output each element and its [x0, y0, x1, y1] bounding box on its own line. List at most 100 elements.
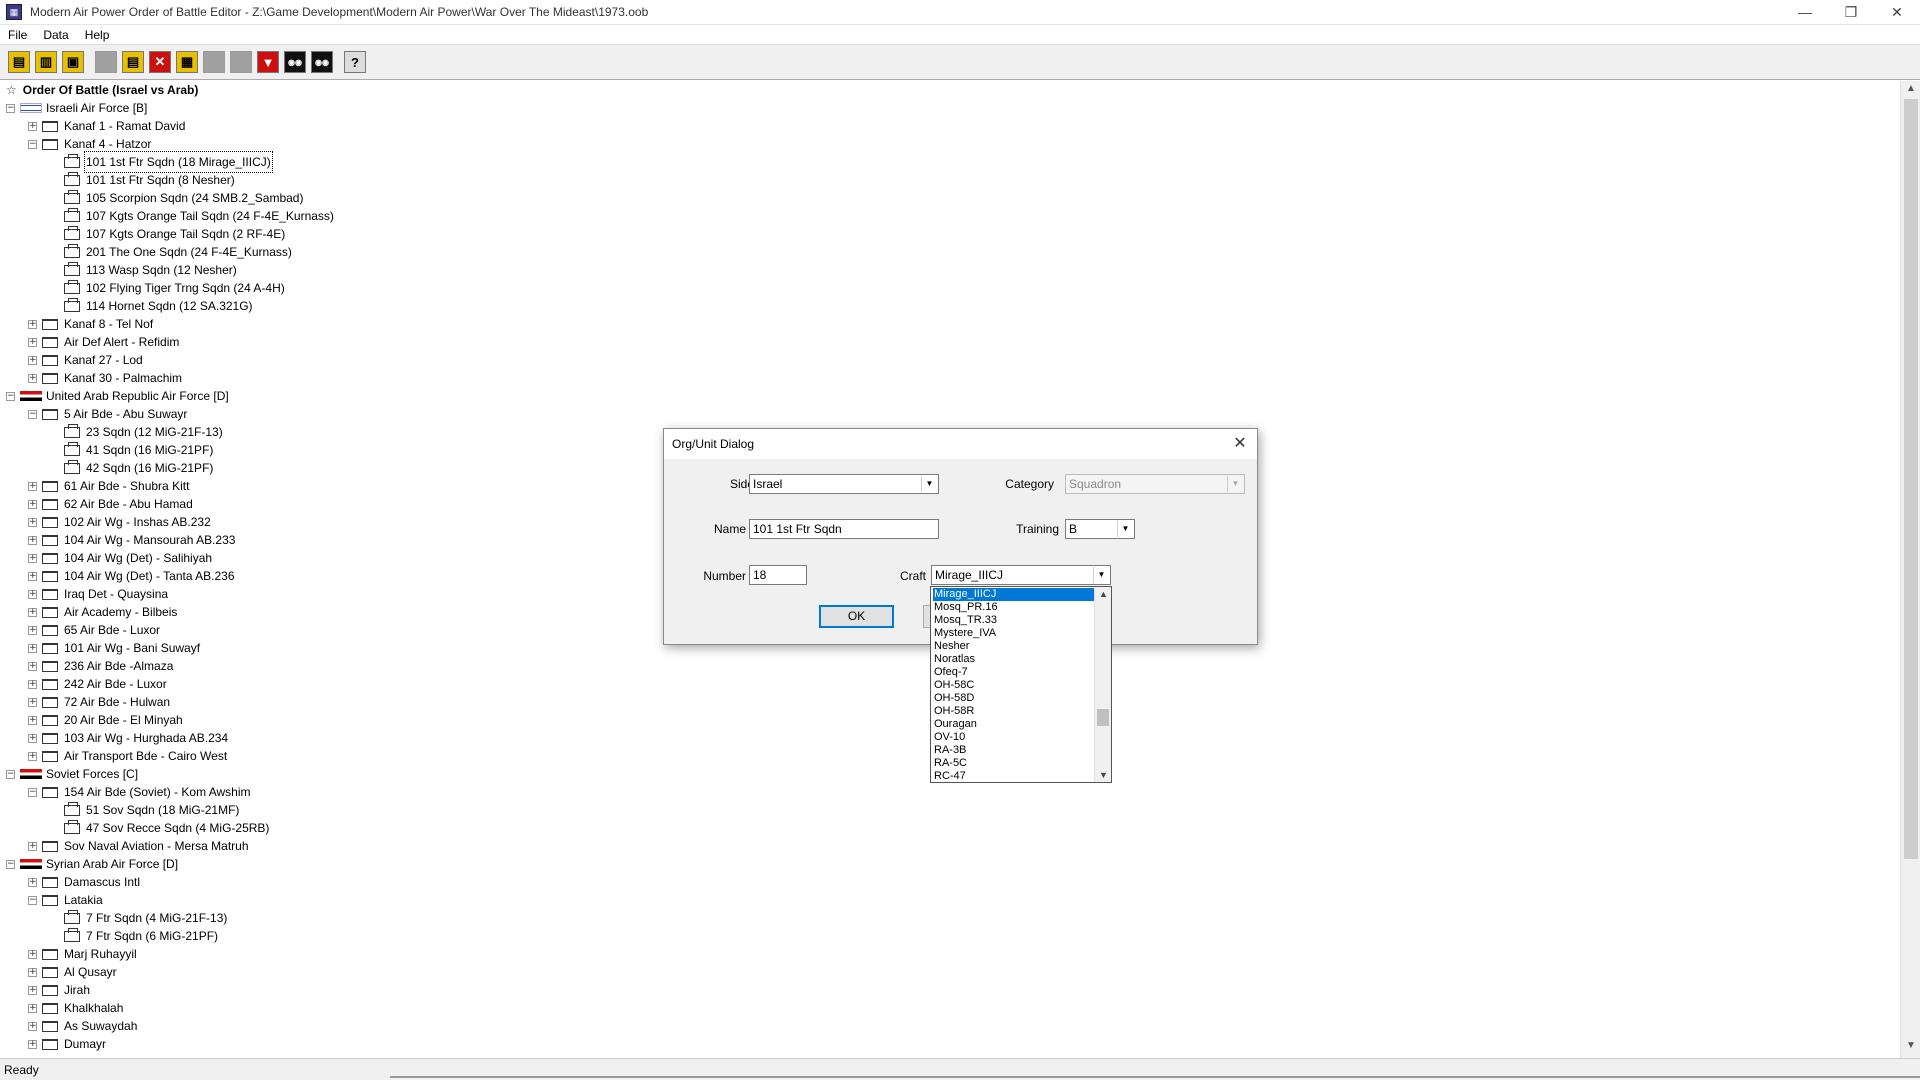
save-icon[interactable]: ▣ [62, 51, 84, 73]
ok-button[interactable]: OK [819, 605, 894, 628]
collapse-icon[interactable]: − [6, 769, 15, 779]
tree-base-node[interactable]: +65 Air Bde - Luxor [28, 621, 160, 639]
expand-icon[interactable]: + [28, 967, 37, 977]
tree-side-node[interactable]: − United Arab Republic Air Force [D] [6, 387, 229, 405]
collapse-icon[interactable]: − [6, 103, 15, 113]
expand-icon[interactable]: + [28, 319, 37, 329]
tree-base-node[interactable]: +104 Air Wg (Det) - Salihiyah [28, 549, 212, 567]
expand-icon[interactable]: + [28, 355, 37, 365]
collapse-icon[interactable]: − [28, 139, 37, 149]
collapse-icon[interactable]: − [28, 787, 37, 797]
tree-unit-node[interactable]: 113 Wasp Sqdn (12 Nesher) [50, 261, 237, 279]
tree-base-node[interactable]: +236 Air Bde -Almaza [28, 657, 173, 675]
craft-option[interactable]: Nesher [933, 640, 1094, 653]
tree-base-node[interactable]: + Air Academy - Bilbeis [28, 603, 177, 621]
side-select[interactable]: Israel ▼ [749, 474, 939, 494]
tree-base-node[interactable]: + Kanaf 1 - Ramat David [28, 117, 185, 135]
new-file-icon[interactable]: ▤ [8, 51, 30, 73]
tree-unit-node[interactable]: 105 Scorpion Sqdn (24 SMB.2_Sambad) [50, 189, 303, 207]
tree-base-node[interactable]: +72 Air Bde - Hulwan [28, 693, 170, 711]
tree-unit-node[interactable]: 107 Kgts Orange Tail Sqdn (24 F-4E_Kurna… [50, 207, 334, 225]
tree-base-node[interactable]: + Marj Ruhayyil [28, 945, 137, 963]
open-file-icon[interactable]: ▥ [35, 51, 57, 73]
tree-side-node[interactable]: − Soviet Forces [C] [6, 765, 138, 783]
tree-unit-node[interactable]: 114 Hornet Sqdn (12 SA.321G) [50, 297, 253, 315]
tree-unit-node[interactable]: 23 Sqdn (12 MiG-21F-13) [50, 423, 223, 441]
tree-base-node[interactable]: +102 Air Wg - Inshas AB.232 [28, 513, 211, 531]
expand-icon[interactable]: + [28, 607, 37, 617]
expand-icon[interactable]: + [28, 121, 37, 131]
tree-base-node[interactable]: − Latakia [28, 891, 103, 909]
blank-icon[interactable] [95, 51, 117, 73]
expand-icon[interactable]: + [28, 373, 37, 383]
tree-base-node[interactable]: − 5 Air Bde - Abu Suwayr [28, 405, 187, 423]
expand-icon[interactable]: + [28, 841, 37, 851]
tree-scrollbar[interactable]: ▲ ▼ [1900, 81, 1920, 1058]
name-field[interactable]: 101 1st Ftr Sqdn [749, 519, 939, 539]
scroll-thumb[interactable] [1904, 99, 1918, 859]
tree-base-node[interactable]: + Kanaf 27 - Lod [28, 351, 143, 369]
tree-side-node[interactable]: − Syrian Arab Air Force [D] [6, 855, 178, 873]
craft-option[interactable]: Ofeq-7 [933, 666, 1094, 679]
craft-option[interactable]: OH-58C [933, 679, 1094, 692]
collapse-icon[interactable]: − [6, 391, 15, 401]
tree-base-node[interactable]: + Sov Naval Aviation - Mersa Matruh [28, 837, 249, 855]
close-button[interactable]: ✕ [1874, 0, 1920, 24]
tree-base-node[interactable]: + Al Qusayr [28, 963, 117, 981]
chevron-down-icon[interactable]: ▼ [1093, 567, 1109, 583]
tree-base-node[interactable]: − 154 Air Bde (Soviet) - Kom Awshim [28, 783, 251, 801]
expand-icon[interactable]: + [28, 643, 37, 653]
tree-base-node[interactable]: + Kanaf 30 - Palmachim [28, 369, 182, 387]
view-icon-2[interactable]: ◉◉ [311, 51, 333, 73]
tree-unit-node[interactable]: 101 1st Ftr Sqdn (8 Nesher) [50, 171, 235, 189]
tree-unit-node[interactable]: 7 Ftr Sqdn (6 MiG-21PF) [50, 927, 218, 945]
tree-base-node[interactable]: + Jirah [28, 981, 90, 999]
craft-list-scrollbar[interactable]: ▲ ▼ [1094, 587, 1111, 782]
tree-base-node[interactable]: +101 Air Wg - Bani Suwayf [28, 639, 200, 657]
collapse-icon[interactable]: − [28, 409, 37, 419]
tree-base-node[interactable]: + Air Def Alert - Refidim [28, 333, 179, 351]
collapse-icon[interactable]: − [28, 895, 37, 905]
scroll-up-icon[interactable]: ▲ [1095, 589, 1111, 599]
expand-icon[interactable]: + [28, 715, 37, 725]
expand-icon[interactable]: + [28, 535, 37, 545]
craft-option[interactable]: OH-58D [933, 692, 1094, 705]
tree-root[interactable]: ☆ Order Of Battle (Israel vs Arab) [6, 81, 198, 99]
tree-unit-node[interactable]: 51 Sov Sqdn (18 MiG-21MF) [50, 801, 239, 819]
tree-base-node[interactable]: +62 Air Bde - Abu Hamad [28, 495, 193, 513]
tree-base-node[interactable]: +242 Air Bde - Luxor [28, 675, 167, 693]
view-icon[interactable]: ◉◉ [284, 51, 306, 73]
tree-unit-node[interactable]: 41 Sqdn (16 MiG-21PF) [50, 441, 213, 459]
expand-icon[interactable]: + [28, 571, 37, 581]
expand-icon[interactable]: + [28, 733, 37, 743]
expand-icon[interactable]: + [28, 697, 37, 707]
training-select[interactable]: B ▼ [1065, 519, 1135, 539]
tree-base-node[interactable]: + Khalkhalah [28, 999, 123, 1017]
expand-icon[interactable]: + [28, 679, 37, 689]
expand-icon[interactable]: + [28, 877, 37, 887]
tree-base-node[interactable]: + Air Transport Bde - Cairo West [28, 747, 227, 765]
tree-base-node[interactable]: − Kanaf 4 - Hatzor [28, 135, 151, 153]
craft-select[interactable]: Mirage_IIICJ ▼ [931, 565, 1111, 585]
tree-unit-node[interactable]: 107 Kgts Orange Tail Sqdn (2 RF-4E) [50, 225, 285, 243]
blank-icon-2[interactable] [203, 51, 225, 73]
menu-file[interactable]: File [0, 28, 35, 42]
craft-option[interactable]: OH-58R [933, 705, 1094, 718]
tree-base-node[interactable]: +61 Air Bde - Shubra Kitt [28, 477, 189, 495]
expand-icon[interactable]: + [28, 625, 37, 635]
scroll-down-icon[interactable]: ▼ [1901, 1040, 1920, 1056]
expand-icon[interactable]: + [28, 1021, 37, 1031]
expand-icon[interactable]: + [28, 499, 37, 509]
scroll-thumb[interactable] [1097, 709, 1109, 726]
craft-option[interactable]: Mirage_IIICJ [933, 588, 1094, 601]
tree-base-node[interactable]: +104 Air Wg - Mansourah AB.233 [28, 531, 235, 549]
minimize-button[interactable]: — [1782, 0, 1828, 24]
tree-base-node[interactable]: + Dumayr [28, 1035, 106, 1053]
blank-icon-3[interactable] [230, 51, 252, 73]
tree-base-node[interactable]: + Kanaf 8 - Tel Nof [28, 315, 153, 333]
expand-icon[interactable]: + [28, 517, 37, 527]
chevron-down-icon[interactable]: ▼ [921, 476, 937, 492]
help-icon[interactable]: ? [344, 51, 366, 73]
scroll-up-icon[interactable]: ▲ [1901, 83, 1920, 99]
expand-icon[interactable]: + [28, 751, 37, 761]
